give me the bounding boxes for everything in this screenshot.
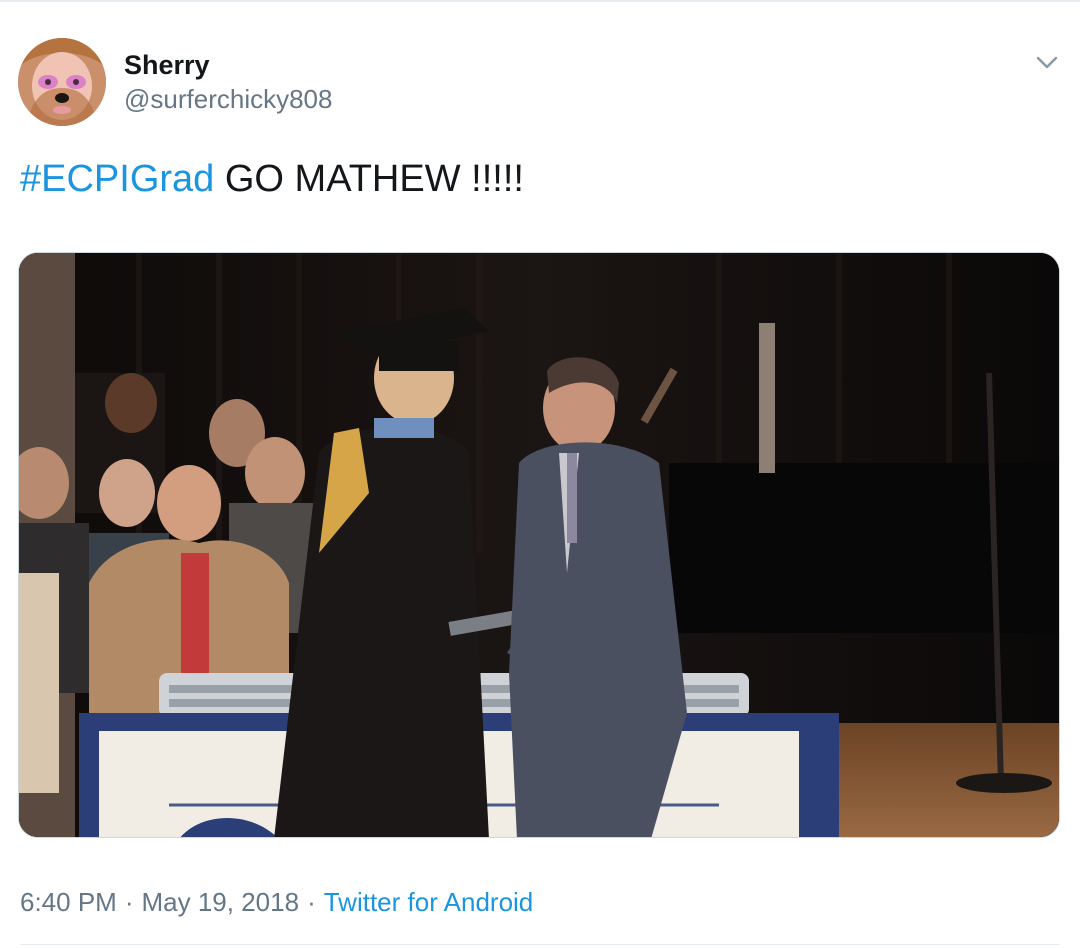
meta-separator: · xyxy=(307,887,316,917)
author-handle[interactable]: @surferchicky808 xyxy=(124,82,332,116)
tweet-body-text: GO MATHEW !!!!! xyxy=(214,158,524,200)
bottom-divider xyxy=(20,944,1060,945)
tweet-date[interactable]: May 19, 2018 xyxy=(142,887,300,917)
author-avatar[interactable] xyxy=(18,38,106,126)
top-divider xyxy=(0,0,1080,2)
tweet-menu-button[interactable] xyxy=(1030,46,1064,80)
chevron-down-icon xyxy=(1036,56,1058,69)
tweet-text: #ECPIGrad GO MATHEW !!!!! xyxy=(20,154,524,204)
profile-photo-icon xyxy=(18,38,106,126)
hashtag-link[interactable]: #ECPIGrad xyxy=(20,158,214,200)
author-display-name[interactable]: Sherry xyxy=(124,48,210,82)
tweet-media[interactable] xyxy=(18,252,1060,838)
tweet-meta: 6:40 PM · May 19, 2018 · Twitter for Android xyxy=(20,884,533,920)
graduation-ceremony-photo-icon xyxy=(19,253,1059,837)
meta-separator: · xyxy=(124,887,134,917)
source-link[interactable]: Twitter for Android xyxy=(324,887,534,917)
tweet-time[interactable]: 6:40 PM xyxy=(20,887,117,917)
